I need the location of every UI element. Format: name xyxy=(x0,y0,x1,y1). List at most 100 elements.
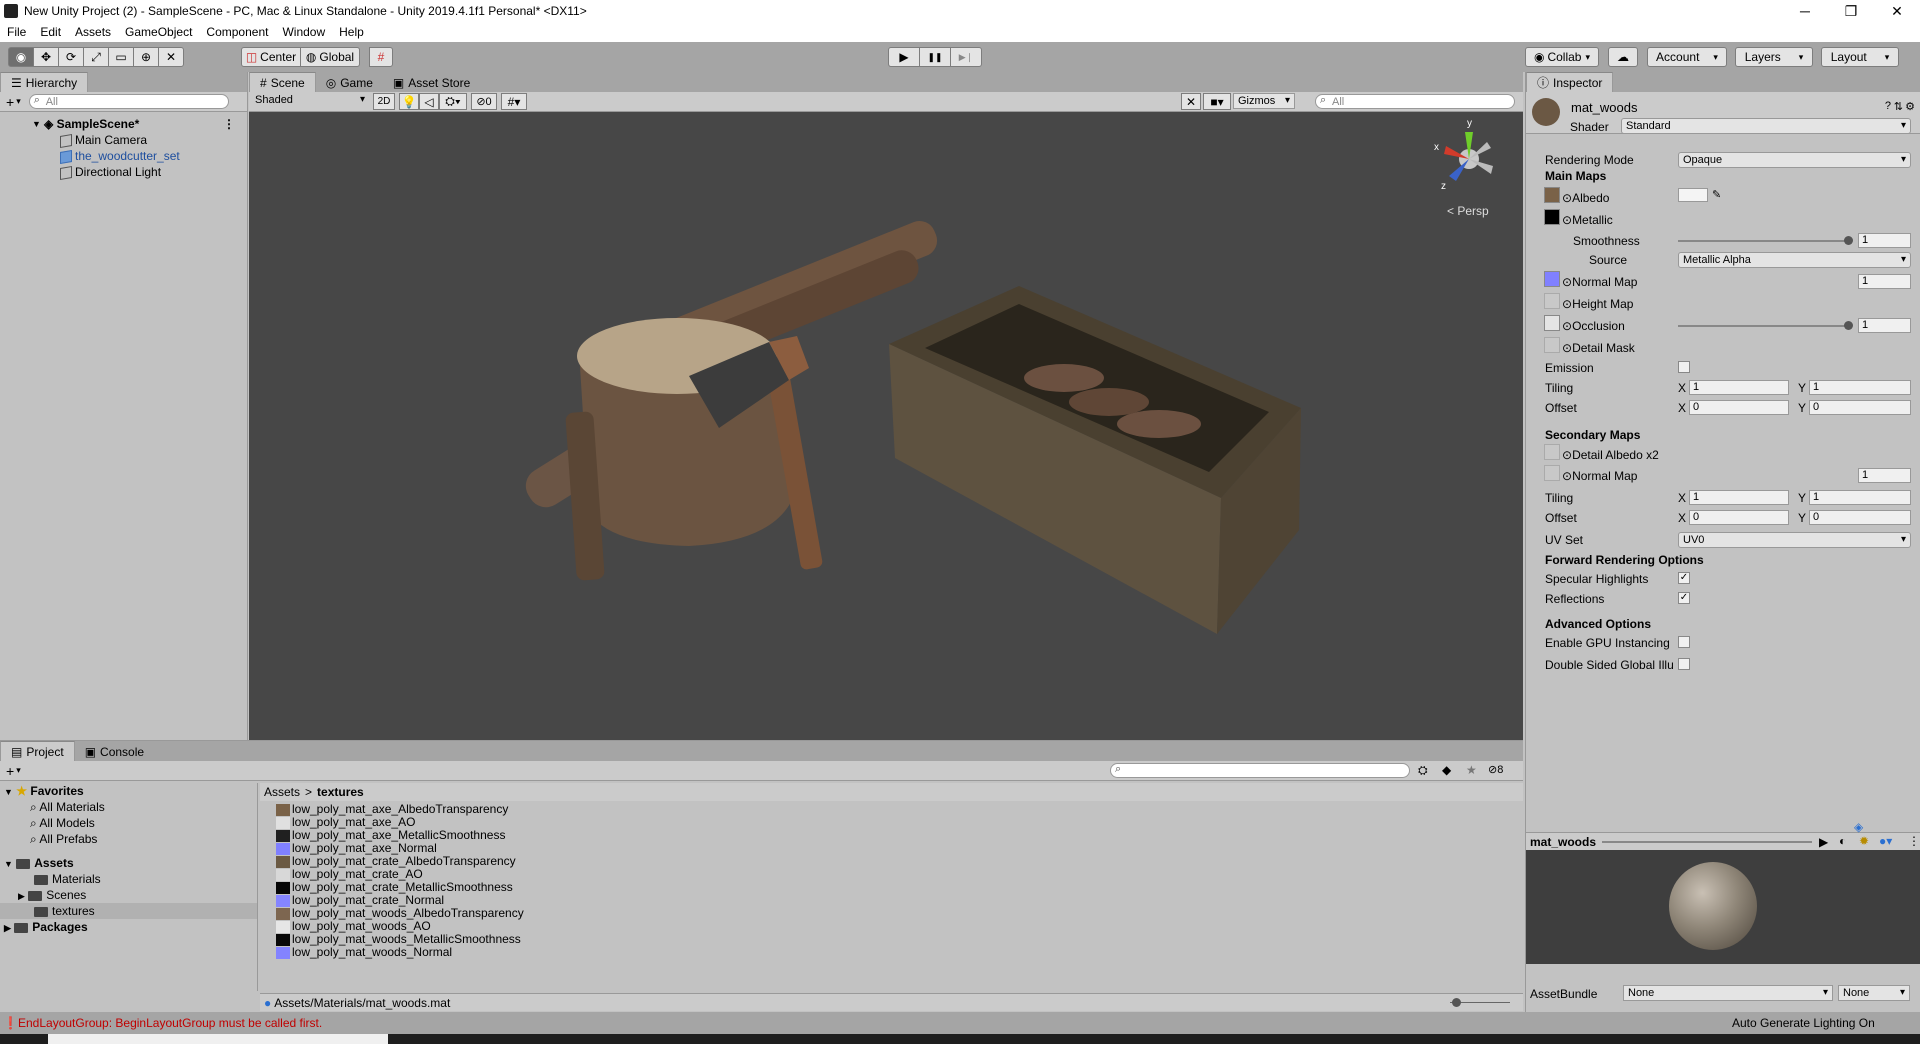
uv-set-dropdown[interactable]: UV0 xyxy=(1678,532,1911,548)
reflections-checkbox[interactable]: ✓ xyxy=(1678,592,1690,604)
status-error-message[interactable]: EndLayoutGroup: BeginLayoutGroup must be… xyxy=(18,1016,322,1030)
create-plus-icon[interactable]: + xyxy=(6,94,14,110)
taskbar-active-item[interactable] xyxy=(48,1034,388,1044)
icon-size-slider-handle[interactable] xyxy=(1452,998,1461,1007)
pivot-global-button[interactable]: ◍ Global xyxy=(300,47,360,67)
secondary-tiling-x-field[interactable]: 1 xyxy=(1689,490,1789,505)
effects-dropdown-icon[interactable]: ⛭▾ xyxy=(439,93,467,110)
scale-tool-icon[interactable]: ⤢ xyxy=(83,47,109,67)
help-icon[interactable]: ? xyxy=(1885,100,1891,112)
tiling-x-field[interactable]: 1 xyxy=(1689,380,1789,395)
step-button[interactable]: ▶❘ xyxy=(950,47,982,67)
asset-file-row[interactable]: low_poly_mat_woods_Normal xyxy=(276,946,1516,959)
asset-file-row[interactable]: low_poly_mat_crate_MetallicSmoothness xyxy=(276,881,1516,894)
favorite-star-icon[interactable]: ★ xyxy=(1466,763,1477,777)
secondary-normal-texture-slot[interactable] xyxy=(1544,465,1560,481)
move-tool-icon[interactable]: ✥ xyxy=(33,47,59,67)
double-sided-gi-checkbox[interactable] xyxy=(1678,658,1690,670)
lighting-toggle-icon[interactable]: 💡 xyxy=(399,93,419,110)
grid-snap-icon[interactable]: # xyxy=(369,47,393,67)
gear-icon[interactable]: ⚙ xyxy=(1905,100,1915,113)
menu-help[interactable]: Help xyxy=(332,22,371,42)
view-tool-icon[interactable]: ◉ xyxy=(8,47,34,67)
material-preview[interactable] xyxy=(1526,850,1920,964)
menu-file[interactable]: File xyxy=(0,22,33,42)
hidden-packages-toggle[interactable]: ⊘8 xyxy=(1488,763,1503,776)
occlusion-slider-handle[interactable] xyxy=(1844,321,1853,330)
secondary-offset-y-field[interactable]: 0 xyxy=(1809,510,1911,525)
occlusion-texture-slot[interactable] xyxy=(1544,315,1560,331)
maximize-button[interactable]: ❐ xyxy=(1828,0,1874,22)
menu-component[interactable]: Component xyxy=(199,22,275,42)
favorite-all-materials[interactable]: ⌕ All Materials xyxy=(0,799,257,815)
folder-scenes[interactable]: ▶ Scenes xyxy=(0,887,257,903)
smoothness-slider[interactable] xyxy=(1678,240,1848,242)
source-dropdown[interactable]: Metallic Alpha xyxy=(1678,252,1911,268)
preview-sphere-icon[interactable]: ●▾ xyxy=(1879,834,1892,848)
tab-scene[interactable]: # Scene xyxy=(249,72,316,92)
hidden-objects-toggle[interactable]: ⊘ 0 xyxy=(471,93,497,110)
breadcrumb-assets[interactable]: Assets xyxy=(264,785,300,799)
shading-mode-dropdown[interactable]: Shaded xyxy=(251,93,369,109)
gpu-instancing-checkbox[interactable] xyxy=(1678,636,1690,648)
smoothness-slider-handle[interactable] xyxy=(1844,236,1853,245)
scene-search-input[interactable]: All xyxy=(1315,94,1515,109)
tab-project[interactable]: ▤ Project xyxy=(0,741,75,761)
asset-file-row[interactable]: low_poly_mat_woods_MetallicSmoothness xyxy=(276,933,1516,946)
folder-materials[interactable]: Materials xyxy=(0,871,257,887)
preview-light-icon[interactable]: ✹ xyxy=(1859,834,1869,848)
menu-window[interactable]: Window xyxy=(275,22,332,42)
rect-tool-icon[interactable]: ▭ xyxy=(108,47,134,67)
asset-bundle-dropdown[interactable]: None xyxy=(1623,985,1833,1001)
account-dropdown[interactable]: Account ▾ xyxy=(1647,47,1727,67)
rendering-mode-dropdown[interactable]: Opaque xyxy=(1678,152,1911,168)
scene-root[interactable]: ▼ ◈ SampleScene* ⋮ xyxy=(0,116,247,132)
cloud-button[interactable]: ☁ xyxy=(1608,47,1638,67)
asset-file-row[interactable]: low_poly_mat_axe_MetallicSmoothness xyxy=(276,829,1516,842)
chevron-down-icon[interactable]: ▾ xyxy=(16,96,21,107)
secondary-offset-x-field[interactable]: 0 xyxy=(1689,510,1789,525)
secondary-normal-scale-field[interactable]: 1 xyxy=(1858,468,1911,483)
auto-lighting-status[interactable]: Auto Generate Lighting On xyxy=(1732,1016,1875,1030)
asset-file-row[interactable]: low_poly_mat_crate_AlbedoTransparency xyxy=(276,855,1516,868)
rotate-tool-icon[interactable]: ⟳ xyxy=(58,47,84,67)
scene-viewport[interactable] xyxy=(249,112,1523,740)
more-icon[interactable]: ⋮ xyxy=(1908,834,1920,848)
chevron-down-icon[interactable]: ▾ xyxy=(16,765,21,776)
asset-bundle-variant-dropdown[interactable]: None xyxy=(1838,985,1910,1001)
hierarchy-item-main-camera[interactable]: Main Camera xyxy=(0,132,247,148)
offset-y-field[interactable]: 0 xyxy=(1809,400,1911,415)
asset-file-row[interactable]: low_poly_mat_woods_AlbedoTransparency xyxy=(276,907,1516,920)
hierarchy-item-woodcutter-set[interactable]: the_woodcutter_set xyxy=(0,148,247,164)
shader-dropdown[interactable]: Standard xyxy=(1621,118,1911,134)
menu-assets[interactable]: Assets xyxy=(68,22,118,42)
pause-button[interactable]: ❚❚ xyxy=(919,47,951,67)
smoothness-field[interactable]: 1 xyxy=(1858,233,1911,248)
eyedropper-icon[interactable]: ✎ xyxy=(1712,188,1721,201)
expand-arrow-icon[interactable]: ▼ xyxy=(32,116,41,132)
menu-edit[interactable]: Edit xyxy=(33,22,68,42)
specular-checkbox[interactable]: ✓ xyxy=(1678,572,1690,584)
detail-albedo-texture-slot[interactable] xyxy=(1544,444,1560,460)
tab-asset-store[interactable]: ▣ Asset Store xyxy=(383,74,480,92)
favorite-all-prefabs[interactable]: ⌕ All Prefabs xyxy=(0,831,257,847)
tab-inspector[interactable]: ⓘ Inspector xyxy=(1526,72,1614,92)
occlusion-slider[interactable] xyxy=(1678,325,1848,327)
layers-dropdown[interactable]: Layers ▾ xyxy=(1735,47,1813,67)
tools-icon[interactable]: ✕ xyxy=(1181,93,1201,110)
albedo-texture-slot[interactable] xyxy=(1544,187,1560,203)
asset-file-row[interactable]: low_poly_mat_axe_AlbedoTransparency xyxy=(276,803,1516,816)
tab-hierarchy[interactable]: ☰ Hierarchy xyxy=(0,72,89,92)
normal-scale-field[interactable]: 1 xyxy=(1858,274,1911,289)
tiling-y-field[interactable]: 1 xyxy=(1809,380,1911,395)
close-button[interactable]: ✕ xyxy=(1874,0,1920,22)
more-icon[interactable]: ⋮ xyxy=(223,116,235,132)
albedo-color-swatch[interactable] xyxy=(1678,188,1708,202)
search-by-type-icon[interactable]: ⛭ xyxy=(1418,763,1428,778)
emission-checkbox[interactable] xyxy=(1678,361,1690,373)
project-search-input[interactable] xyxy=(1110,763,1410,778)
transform-tool-icon[interactable]: ⊕ xyxy=(133,47,159,67)
hierarchy-search-input[interactable]: All xyxy=(28,94,229,109)
layout-dropdown[interactable]: Layout ▾ xyxy=(1821,47,1899,67)
create-plus-icon[interactable]: + xyxy=(6,763,14,779)
